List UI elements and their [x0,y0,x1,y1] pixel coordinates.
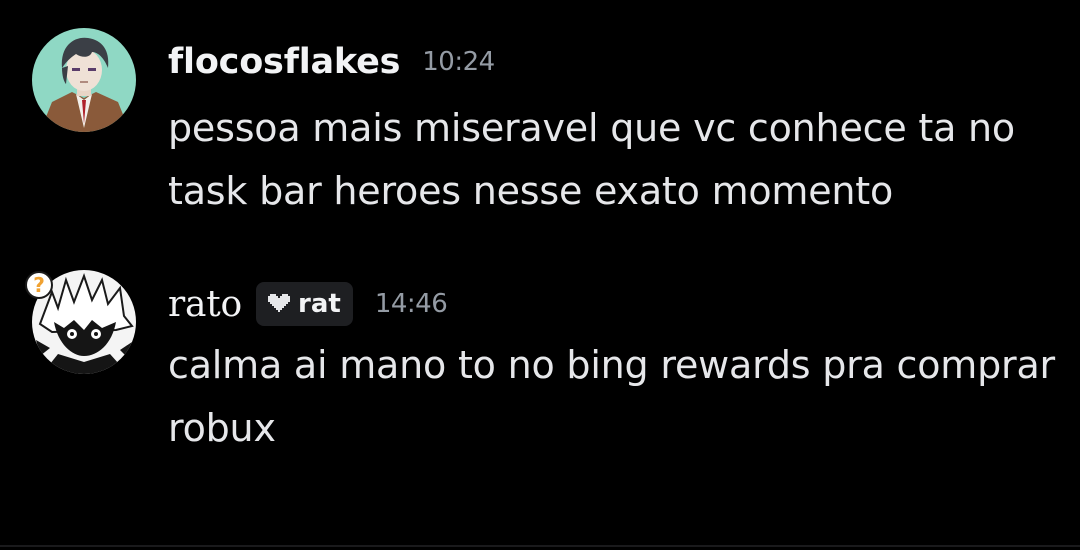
svg-text:?: ? [33,273,45,297]
username[interactable]: flocosflakes [168,42,400,82]
clan-tag[interactable]: rat [256,282,353,326]
pixel-heart-icon [268,289,291,319]
message-text: pessoa mais miseravel que vc conhece ta … [168,106,1015,213]
anime-character-avatar-icon [32,28,136,132]
message-header: flocosflakes 10:24 [168,38,495,86]
clan-tag-label: rat [298,289,341,319]
avatar[interactable] [32,28,136,132]
question-mark-icon: ? [25,271,53,299]
chat-messages: flocosflakes 10:24 pessoa mais miseravel… [0,0,1080,550]
message-text: calma ai mano to no bing rewards pra com… [168,343,1055,450]
timestamp: 14:46 [374,289,448,319]
timestamp: 10:24 [422,47,495,77]
divider [0,545,1080,547]
username[interactable]: rato [168,284,242,325]
message-header: rato rat 14:46 [168,280,448,328]
